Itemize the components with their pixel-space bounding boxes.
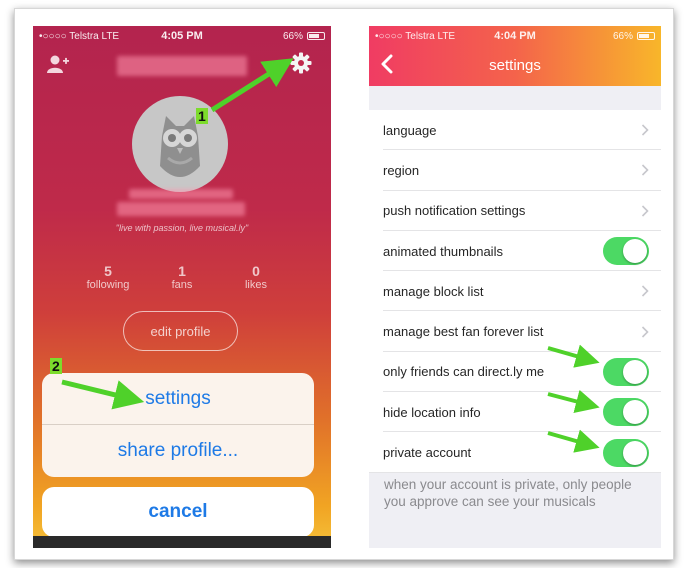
settings-row-language[interactable]: language xyxy=(369,110,661,151)
stat-label: likes xyxy=(244,279,267,291)
bottom-bar xyxy=(33,536,331,548)
gear-icon[interactable] xyxy=(289,51,313,75)
profile-bio: "live with passion, live musical.ly" xyxy=(115,223,249,233)
owl-avatar-icon xyxy=(160,116,200,177)
status-bar: •○○○○ Telstra LTE 4:05 PM 66% xyxy=(33,26,331,46)
step-marker-1: 1 xyxy=(196,108,208,124)
stat-label: following xyxy=(86,279,130,291)
chevron-right-icon xyxy=(641,124,649,136)
row-label: animated thumbnails xyxy=(383,243,503,259)
profile-stats: 5 following 1 fans 0 likes xyxy=(73,263,291,291)
chevron-right-icon xyxy=(641,164,649,177)
row-label: push notification settings xyxy=(383,203,526,219)
settings-row-animated-thumbnails: animated thumbnails xyxy=(369,231,661,272)
handle-blurred xyxy=(117,202,245,216)
settings-row-push-notifications[interactable]: push notification settings xyxy=(369,191,661,232)
settings-row-hide-location: hide location info xyxy=(369,392,661,433)
username-blurred xyxy=(117,56,247,76)
avatar[interactable] xyxy=(132,96,228,192)
settings-row-region[interactable]: region xyxy=(369,150,661,191)
cancel-button[interactable]: cancel xyxy=(42,487,314,537)
add-user-icon[interactable] xyxy=(47,54,69,74)
profile-screen: •○○○○ Telstra LTE 4:05 PM 66% "live with… xyxy=(33,26,331,548)
stat-likes[interactable]: 0 likes xyxy=(221,263,291,291)
row-label: manage block list xyxy=(383,283,484,299)
settings-screen: •○○○○ Telstra LTE 4:04 PM 66% settings l… xyxy=(369,26,661,548)
settings-row-direct-ly: only friends can direct.ly me xyxy=(369,352,661,393)
chevron-right-icon xyxy=(641,285,649,297)
stat-value: 0 xyxy=(252,263,260,279)
private-account-note: when your account is private, only peopl… xyxy=(384,477,632,509)
row-label: hide location info xyxy=(383,404,481,420)
settings-header: •○○○○ Telstra LTE 4:04 PM 66% settings xyxy=(369,26,661,86)
edit-profile-button[interactable]: edit profile xyxy=(123,311,238,351)
row-label: language xyxy=(383,122,437,138)
step-marker-2: 2 xyxy=(50,358,62,374)
settings-row-best-fan-list[interactable]: manage best fan forever list xyxy=(369,311,661,353)
row-label: region xyxy=(383,162,420,178)
battery-icon xyxy=(307,32,325,40)
animated-thumbnails-toggle[interactable] xyxy=(603,237,649,266)
settings-button[interactable]: settings xyxy=(42,373,314,425)
row-label: manage best fan forever list xyxy=(383,324,544,340)
display-name-blurred xyxy=(129,189,233,199)
battery-icon xyxy=(637,32,655,40)
action-sheet: settings share profile... xyxy=(42,373,314,477)
settings-row-block-list[interactable]: manage block list xyxy=(369,271,661,312)
share-profile-button[interactable]: share profile... xyxy=(42,425,314,477)
row-label: only friends can direct.ly me xyxy=(383,364,545,380)
chevron-right-icon xyxy=(641,205,649,217)
stat-value: 5 xyxy=(104,263,112,279)
status-bar: •○○○○ Telstra LTE 4:04 PM 66% xyxy=(369,26,661,46)
stat-value: 1 xyxy=(178,263,186,279)
settings-row-private-account: private account xyxy=(369,432,661,473)
stat-label: fans xyxy=(171,279,193,291)
settings-list: language region push notification settin… xyxy=(369,110,661,473)
stat-fans[interactable]: 1 fans xyxy=(147,263,217,291)
status-time: 4:05 PM xyxy=(161,30,203,42)
stat-following[interactable]: 5 following xyxy=(73,263,143,291)
row-label: private account xyxy=(383,445,472,461)
status-time: 4:04 PM xyxy=(494,30,536,42)
private-account-toggle[interactable] xyxy=(603,438,649,467)
hide-location-toggle[interactable] xyxy=(603,398,649,427)
friends-direct-toggle[interactable] xyxy=(603,357,649,386)
page-title: settings xyxy=(489,57,541,74)
chevron-right-icon xyxy=(641,326,649,338)
